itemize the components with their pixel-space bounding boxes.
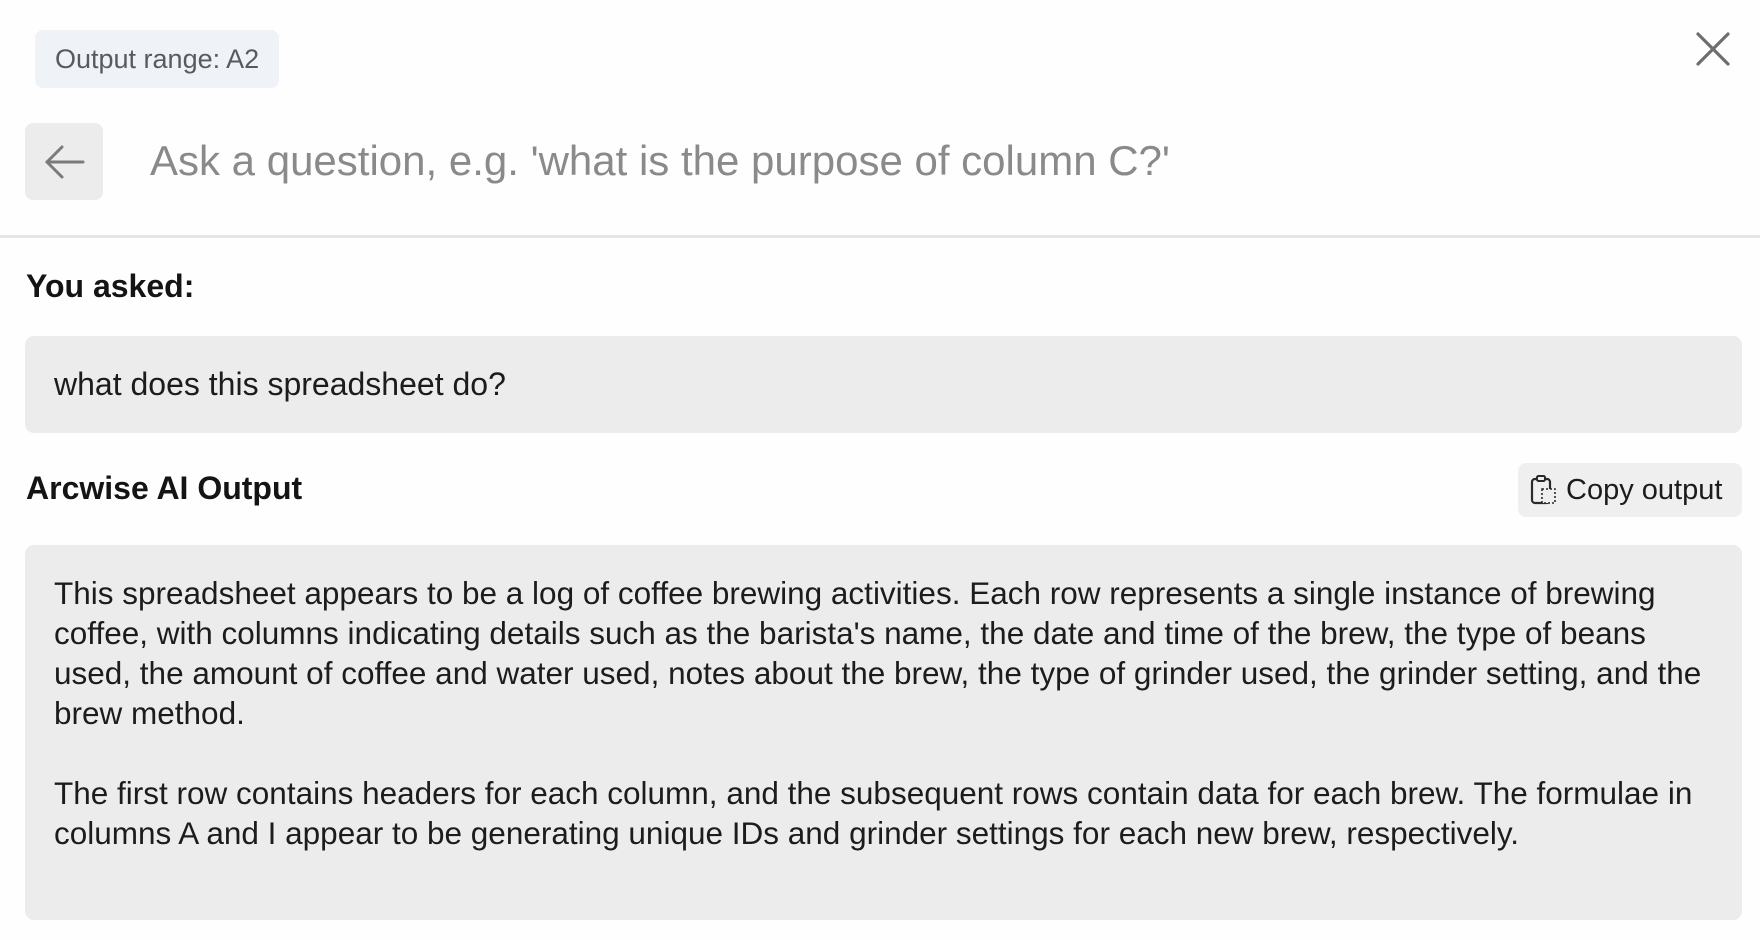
copy-output-label: Copy output: [1566, 473, 1723, 506]
ai-output-box: This spreadsheet appears to be a log of …: [25, 545, 1742, 920]
ai-output-label: Arcwise AI Output: [26, 470, 303, 506]
you-asked-label: You asked:: [26, 268, 195, 304]
output-paragraph: The first row contains headers for each …: [54, 775, 1693, 851]
copy-output-button[interactable]: Copy output: [1518, 463, 1742, 517]
output-range-badge: Output range: A2: [35, 30, 280, 88]
header-divider: [0, 235, 1760, 238]
ask-question-row: [0, 120, 1760, 202]
close-button[interactable]: [1690, 26, 1736, 72]
arrow-left-icon: [45, 145, 85, 178]
ai-query-panel: Output range: A2 You asked: what does th…: [0, 0, 1760, 940]
output-paragraph: This spreadsheet appears to be a log of …: [54, 575, 1702, 731]
clipboard-copy-icon: [1530, 475, 1556, 505]
close-icon: [1696, 32, 1730, 66]
back-button[interactable]: [25, 123, 103, 200]
ask-question-input[interactable]: [150, 120, 1710, 202]
asked-question-box: what does this spreadsheet do?: [25, 336, 1742, 433]
asked-question-text: what does this spreadsheet do?: [54, 366, 506, 402]
